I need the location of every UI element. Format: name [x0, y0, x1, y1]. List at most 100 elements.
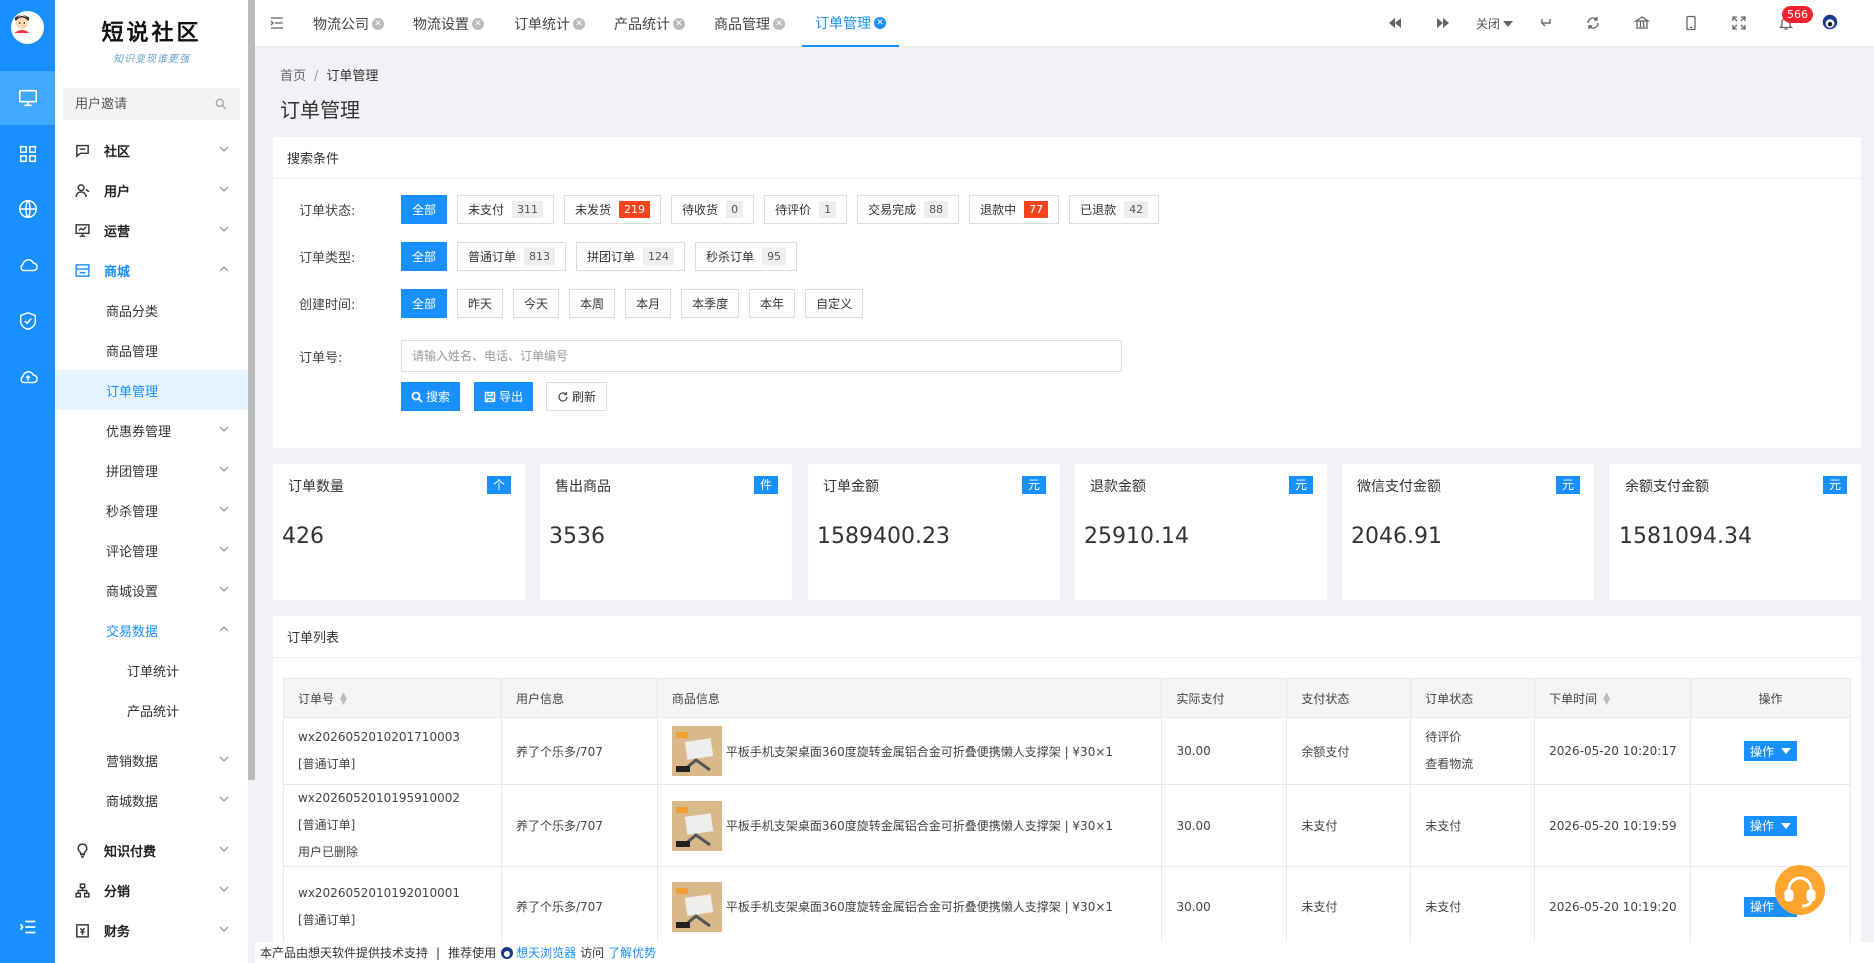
- sidebar-item-product-category[interactable]: 商品分类: [55, 290, 248, 330]
- tab-logistics-settings[interactable]: 物流设置 ✕: [400, 0, 497, 47]
- stat-value: 25910.14: [1084, 524, 1189, 549]
- time-option-week[interactable]: 本周: [569, 289, 616, 318]
- close-icon[interactable]: ✕: [472, 17, 484, 30]
- close-dropdown[interactable]: 关闭: [1470, 13, 1522, 33]
- refresh-icon[interactable]: [1583, 13, 1603, 33]
- tab-logistics-company[interactable]: 物流公司 ✕: [300, 0, 397, 47]
- user-avatar[interactable]: [11, 11, 44, 44]
- order-list-panel: 订单列表 订单号 ▲ ▼ 用户信息 商品信息 实际支付 支付状态 订单状态 下单时间…: [273, 616, 1861, 942]
- sort-icon[interactable]: ▲ ▼: [1603, 692, 1610, 707]
- col-order-no[interactable]: 订单号 ▲ ▼: [283, 678, 502, 718]
- cloud-icon[interactable]: [0, 238, 55, 292]
- time-option-today[interactable]: 今天: [513, 289, 560, 318]
- tab-order-stats[interactable]: 订单统计 ✕: [501, 0, 598, 47]
- sidebar-item-distribution[interactable]: 分销: [55, 870, 248, 910]
- close-icon[interactable]: ✕: [773, 17, 785, 30]
- time-option-month[interactable]: 本月: [625, 289, 672, 318]
- cloud-upload-icon[interactable]: [0, 350, 55, 404]
- status-option-to-review[interactable]: 待评价 1: [764, 195, 848, 224]
- order-no-filter: 订单号:: [273, 347, 401, 366]
- type-option-all[interactable]: 全部: [401, 242, 448, 271]
- sidebar-item-mall[interactable]: 商城: [55, 250, 248, 290]
- tab-product-stats[interactable]: 产品统计 ✕: [601, 0, 698, 47]
- status-option-refunding[interactable]: 退款中 77: [969, 195, 1060, 224]
- globe-icon[interactable]: [0, 182, 55, 236]
- close-icon[interactable]: ✕: [372, 17, 384, 30]
- sidebar-item-group-buy[interactable]: 拼团管理: [55, 450, 248, 490]
- sidebar-item-order-stats[interactable]: 订单统计: [55, 650, 248, 690]
- grid-icon[interactable]: [0, 127, 55, 181]
- scroll-left-icon[interactable]: [1385, 13, 1405, 33]
- option-label: 拼团订单: [587, 250, 636, 264]
- col-order-time[interactable]: 下单时间 ▲ ▼: [1534, 678, 1692, 718]
- type-option-flash[interactable]: 秒杀订单 95: [695, 242, 798, 271]
- sidebar-item-product-manage[interactable]: 商品管理: [55, 330, 248, 370]
- mobile-icon[interactable]: [1681, 13, 1701, 33]
- back-icon[interactable]: [1536, 13, 1556, 33]
- monitor-icon[interactable]: [0, 71, 55, 125]
- time-option-year[interactable]: 本年: [749, 289, 796, 318]
- type-option-group[interactable]: 拼团订单 124: [576, 242, 686, 271]
- count-badge: 0: [726, 201, 744, 218]
- status-option-refunded[interactable]: 已退款 42: [1069, 195, 1160, 224]
- order-status-cell: 待评价 查看物流: [1410, 717, 1536, 785]
- time-option-custom[interactable]: 自定义: [805, 289, 864, 318]
- sidebar-item-order-manage[interactable]: 订单管理: [55, 370, 248, 410]
- sidebar-scrollbar[interactable]: [248, 0, 255, 780]
- account-avatar[interactable]: [1819, 12, 1841, 32]
- status-option-unshipped[interactable]: 未发货 219: [564, 195, 662, 224]
- refresh-button[interactable]: 刷新: [546, 382, 608, 411]
- sort-icon[interactable]: ▲ ▼: [340, 692, 347, 707]
- learn-more-link[interactable]: 了解优势: [608, 944, 656, 961]
- sidebar-item-mall-data[interactable]: 商城数据: [55, 780, 248, 820]
- close-icon[interactable]: ✕: [874, 16, 886, 29]
- sidebar-item-operation[interactable]: 运营: [55, 210, 248, 250]
- time-option-quarter[interactable]: 本季度: [681, 289, 740, 318]
- tab-order-manage[interactable]: 订单管理 ✕: [802, 0, 899, 47]
- chevron-down-icon: [219, 586, 229, 592]
- sidebar-item-community[interactable]: 社区: [55, 130, 248, 170]
- sidebar-item-product-stats[interactable]: 产品统计: [55, 690, 248, 730]
- status-option-completed[interactable]: 交易完成 88: [857, 195, 960, 224]
- sidebar-search[interactable]: [63, 88, 240, 120]
- sidebar-item-marketing-data[interactable]: 营销数据: [55, 740, 248, 780]
- tab-product-manage[interactable]: 商品管理 ✕: [701, 0, 798, 47]
- export-button[interactable]: 导出: [474, 382, 534, 411]
- sidebar-item-trade-data[interactable]: 交易数据: [55, 610, 248, 650]
- sidebar-item-mall-settings[interactable]: 商城设置: [55, 570, 248, 610]
- action-dropdown-button[interactable]: 操作: [1744, 741, 1798, 761]
- menu-fold-icon[interactable]: [0, 900, 55, 954]
- order-time-cell: 2026-05-20 10:19:59: [1534, 784, 1692, 867]
- shield-check-icon[interactable]: [0, 294, 55, 348]
- view-logistics-link[interactable]: 查看物流: [1425, 751, 1534, 778]
- logo: 短说社区 知识变现谁更强: [55, 0, 248, 80]
- status-option-all[interactable]: 全部: [401, 195, 448, 224]
- sidebar-item-knowledge[interactable]: 知识付费: [55, 830, 248, 870]
- sidebar-search-input[interactable]: [75, 96, 205, 112]
- indent-icon[interactable]: [270, 16, 284, 30]
- status-option-unpaid[interactable]: 未支付 311: [457, 195, 555, 224]
- sidebar-item-users[interactable]: 用户: [55, 170, 248, 210]
- type-option-normal[interactable]: 普通订单 813: [457, 242, 567, 271]
- order-no-input[interactable]: [412, 349, 1111, 363]
- browser-link[interactable]: 想天浏览器: [516, 944, 576, 961]
- action-dropdown-button[interactable]: 操作: [1744, 815, 1798, 836]
- search-button[interactable]: 搜索: [401, 382, 461, 411]
- bank-icon[interactable]: [1632, 13, 1652, 33]
- sidebar-item-finance[interactable]: 财务: [55, 910, 248, 950]
- sidebar-item-coupon[interactable]: 优惠券管理: [55, 410, 248, 450]
- sidebar-item-reviews[interactable]: 评论管理: [55, 530, 248, 570]
- time-option-all[interactable]: 全部: [401, 289, 448, 318]
- fullscreen-icon[interactable]: [1729, 13, 1749, 33]
- status-option-to-receive[interactable]: 待收货 0: [671, 195, 755, 224]
- breadcrumb-home[interactable]: 首页: [280, 69, 306, 84]
- customer-service-button[interactable]: [1775, 865, 1825, 915]
- sidebar-item-flash-sale[interactable]: 秒杀管理: [55, 490, 248, 530]
- close-icon[interactable]: ✕: [573, 17, 585, 30]
- scroll-right-icon[interactable]: [1433, 13, 1453, 33]
- time-option-yesterday[interactable]: 昨天: [457, 289, 504, 318]
- order-no-field[interactable]: [401, 340, 1122, 372]
- close-icon[interactable]: ✕: [673, 17, 685, 30]
- search-icon[interactable]: [214, 97, 228, 111]
